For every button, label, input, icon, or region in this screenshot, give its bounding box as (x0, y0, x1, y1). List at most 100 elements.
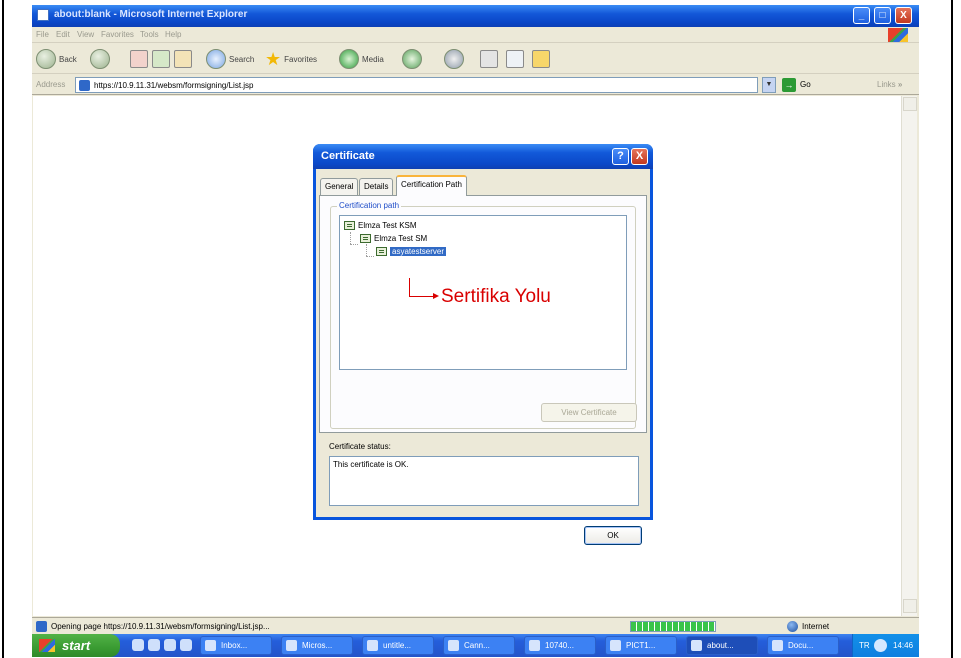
network-tray-icon[interactable] (874, 639, 887, 652)
taskbar-button[interactable]: Cann... (443, 636, 515, 655)
loading-page-icon (36, 621, 47, 632)
view-certificate-button[interactable]: View Certificate (541, 403, 637, 422)
security-zone: Internet (802, 622, 830, 631)
address-input[interactable]: https://10.9.11.31/websm/formsigning/Lis… (75, 77, 758, 93)
menu-edit[interactable]: Edit (56, 30, 70, 39)
app-icon (448, 640, 459, 651)
frame-right-border (951, 0, 953, 658)
maximize-button[interactable]: □ (874, 7, 891, 24)
go-button[interactable]: Go (800, 80, 811, 89)
scroll-down-icon[interactable] (903, 599, 917, 613)
taskbar-button[interactable]: about... (686, 636, 758, 655)
annotation-connector (409, 278, 410, 296)
quicklaunch-ie-icon[interactable] (148, 639, 160, 651)
tab-certification-path[interactable]: Certification Path (396, 175, 467, 196)
taskbar-button[interactable]: Micros... (281, 636, 353, 655)
system-tray: TR 14:46 (852, 634, 919, 657)
tree-node-intermediate[interactable]: Elmza Test SM (360, 234, 427, 243)
quicklaunch-desktop-icon[interactable] (132, 639, 144, 651)
app-icon (367, 640, 378, 651)
tab-details[interactable]: Details (359, 178, 394, 195)
history-icon (402, 49, 422, 69)
address-dropdown-icon[interactable]: ▼ (762, 77, 776, 93)
taskbar-button[interactable]: 10740... (524, 636, 596, 655)
refresh-icon (152, 50, 170, 68)
menu-tools[interactable]: Tools (140, 30, 159, 39)
print-button[interactable] (480, 48, 498, 70)
menu-favorites[interactable]: Favorites (101, 30, 134, 39)
tree-connector (366, 256, 374, 257)
taskbar-button[interactable]: Docu... (767, 636, 839, 655)
group-label: Certification path (337, 201, 402, 210)
certificate-status-text: This certificate is OK. (333, 460, 409, 469)
standard-toolbar: Back Search ★ Favorites Media (32, 44, 919, 74)
tab-panel-certification-path: Certification path Elmza Test KSM Elmza … (319, 195, 647, 433)
tree-node-root[interactable]: Elmza Test KSM (344, 221, 417, 230)
taskbar-button[interactable]: untitle... (362, 636, 434, 655)
back-arrow-icon (36, 49, 56, 69)
search-button[interactable]: Search (206, 48, 254, 70)
home-button[interactable] (174, 48, 192, 70)
history-button[interactable] (402, 48, 422, 70)
window-titlebar[interactable]: about:blank - Microsoft Internet Explore… (32, 5, 919, 27)
taskbar-button[interactable]: Inbox... (200, 636, 272, 655)
menu-bar: File Edit View Favorites Tools Help (32, 27, 919, 43)
address-url: https://10.9.11.31/websm/formsigning/Lis… (94, 81, 254, 90)
messenger-button[interactable] (532, 48, 550, 70)
tree-node-label: Elmza Test SM (374, 234, 428, 243)
address-bar: Address https://10.9.11.31/websm/formsig… (32, 75, 919, 95)
tree-connector (350, 232, 351, 244)
clock[interactable]: 14:46 (893, 641, 913, 650)
mail-button[interactable] (444, 48, 464, 70)
tree-node-leaf[interactable]: asyatestserver (376, 247, 447, 256)
edit-button[interactable] (506, 48, 524, 70)
quicklaunch-media-icon[interactable] (180, 639, 192, 651)
start-button[interactable]: start (32, 634, 120, 657)
windows-logo-icon (888, 28, 908, 42)
help-button[interactable]: ? (612, 148, 629, 165)
back-button[interactable]: Back (36, 48, 77, 70)
stop-button[interactable] (130, 48, 148, 70)
dialog-close-button[interactable]: X (631, 148, 648, 165)
scroll-up-icon[interactable] (903, 97, 917, 111)
close-button[interactable]: X (895, 7, 912, 24)
progress-bar (630, 621, 716, 632)
menu-view[interactable]: View (77, 30, 94, 39)
forward-button[interactable] (90, 48, 110, 70)
taskbar-button-label: 10740... (545, 641, 574, 650)
links-chevron-icon: » (897, 80, 903, 89)
home-icon (174, 50, 192, 68)
taskbar-button[interactable]: PICT1... (605, 636, 677, 655)
links-button[interactable]: Links » (877, 80, 902, 89)
go-arrow-icon[interactable]: → (782, 78, 796, 92)
start-label: start (62, 638, 91, 653)
taskbar-button-label: about... (707, 641, 734, 650)
media-button[interactable]: Media (339, 48, 384, 70)
certificate-icon (360, 234, 371, 243)
address-label: Address (36, 80, 66, 89)
taskbar-button-label: Docu... (788, 641, 814, 650)
certificate-status-box[interactable]: This certificate is OK. (329, 456, 639, 506)
quicklaunch-outlook-icon[interactable] (164, 639, 176, 651)
favorites-button[interactable]: ★ Favorites (265, 48, 317, 70)
ok-button[interactable]: OK (584, 526, 642, 545)
taskbar-button-label: PICT1... (626, 641, 656, 650)
menu-file[interactable]: File (36, 30, 49, 39)
refresh-button[interactable] (152, 48, 170, 70)
taskbar-button-label: Inbox... (221, 641, 248, 650)
media-icon (339, 49, 359, 69)
dialog-titlebar[interactable]: Certificate ? X (313, 144, 653, 169)
app-icon (610, 640, 621, 651)
language-indicator[interactable]: TR (859, 641, 870, 650)
links-label: Links (877, 80, 896, 89)
vertical-scrollbar[interactable] (901, 96, 917, 616)
progress-fill (631, 622, 715, 631)
app-icon (772, 640, 783, 651)
menu-help[interactable]: Help (165, 30, 181, 39)
windows-logo-icon (39, 639, 55, 652)
search-icon (206, 49, 226, 69)
tab-general[interactable]: General (320, 178, 359, 195)
tree-node-label: Elmza Test KSM (358, 221, 417, 230)
minimize-button[interactable]: _ (853, 7, 870, 24)
annotation-arrow-icon (433, 293, 439, 299)
